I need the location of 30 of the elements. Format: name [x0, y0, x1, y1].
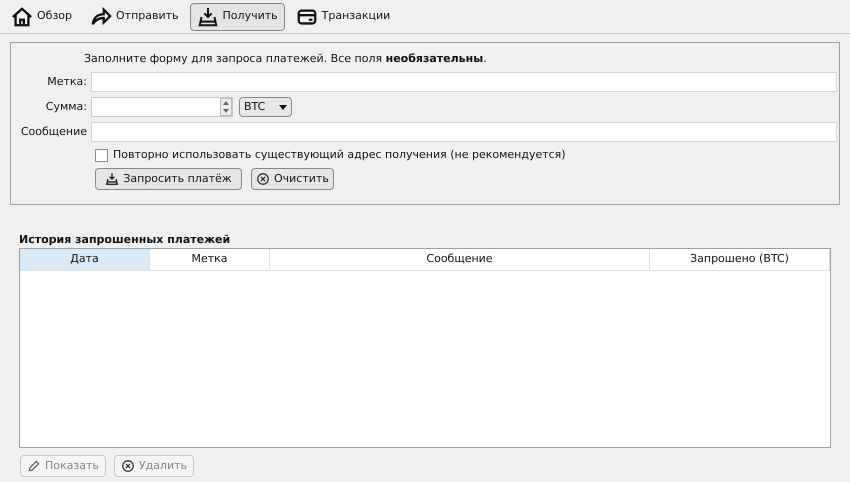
column-header[interactable]: Дата [20, 249, 150, 270]
checkbox[interactable] [95, 148, 108, 162]
history-title: История запрошенных платежей [19, 232, 232, 248]
column-header[interactable]: Запрошено (BTC) [650, 249, 830, 270]
form-button[interactable]: Запросить платёж [95, 168, 242, 190]
unit-dropdown[interactable]: BTC [239, 97, 292, 117]
spinner-icon[interactable] [220, 98, 232, 116]
field-label: Сообщение [20, 124, 88, 140]
pencil-icon [27, 459, 41, 473]
inbox-download-icon [105, 172, 120, 186]
inbox-download-icon [196, 6, 219, 28]
checkbox-label: Повторно использовать существующий адрес получения (не рекомендуется) [113, 146, 566, 163]
amount-field[interactable] [91, 97, 233, 117]
close-icon [256, 172, 270, 186]
input-field[interactable] [91, 122, 837, 142]
column-header[interactable]: Сообщение [270, 249, 650, 270]
column-header[interactable]: Метка [150, 249, 270, 270]
form-intro: Заполните форму для запроса платежей. Все поля необязательны. [84, 51, 488, 67]
close-icon [120, 459, 135, 473]
input-field[interactable] [91, 72, 837, 92]
field-label: Сумма: [44, 98, 88, 115]
field-label: Метка: [46, 74, 88, 90]
toolbar-tab[interactable]: Отправить [83, 2, 186, 30]
toolbar-tab[interactable]: Обзор [4, 2, 80, 30]
caret-icon [279, 104, 287, 110]
arrow-icon [90, 6, 112, 28]
form-button[interactable]: Очистить [251, 168, 334, 190]
toolbar-tab[interactable]: Транзакции [288, 2, 398, 30]
toolbar-tab[interactable]: Получить [190, 2, 285, 30]
house-icon [11, 6, 33, 28]
